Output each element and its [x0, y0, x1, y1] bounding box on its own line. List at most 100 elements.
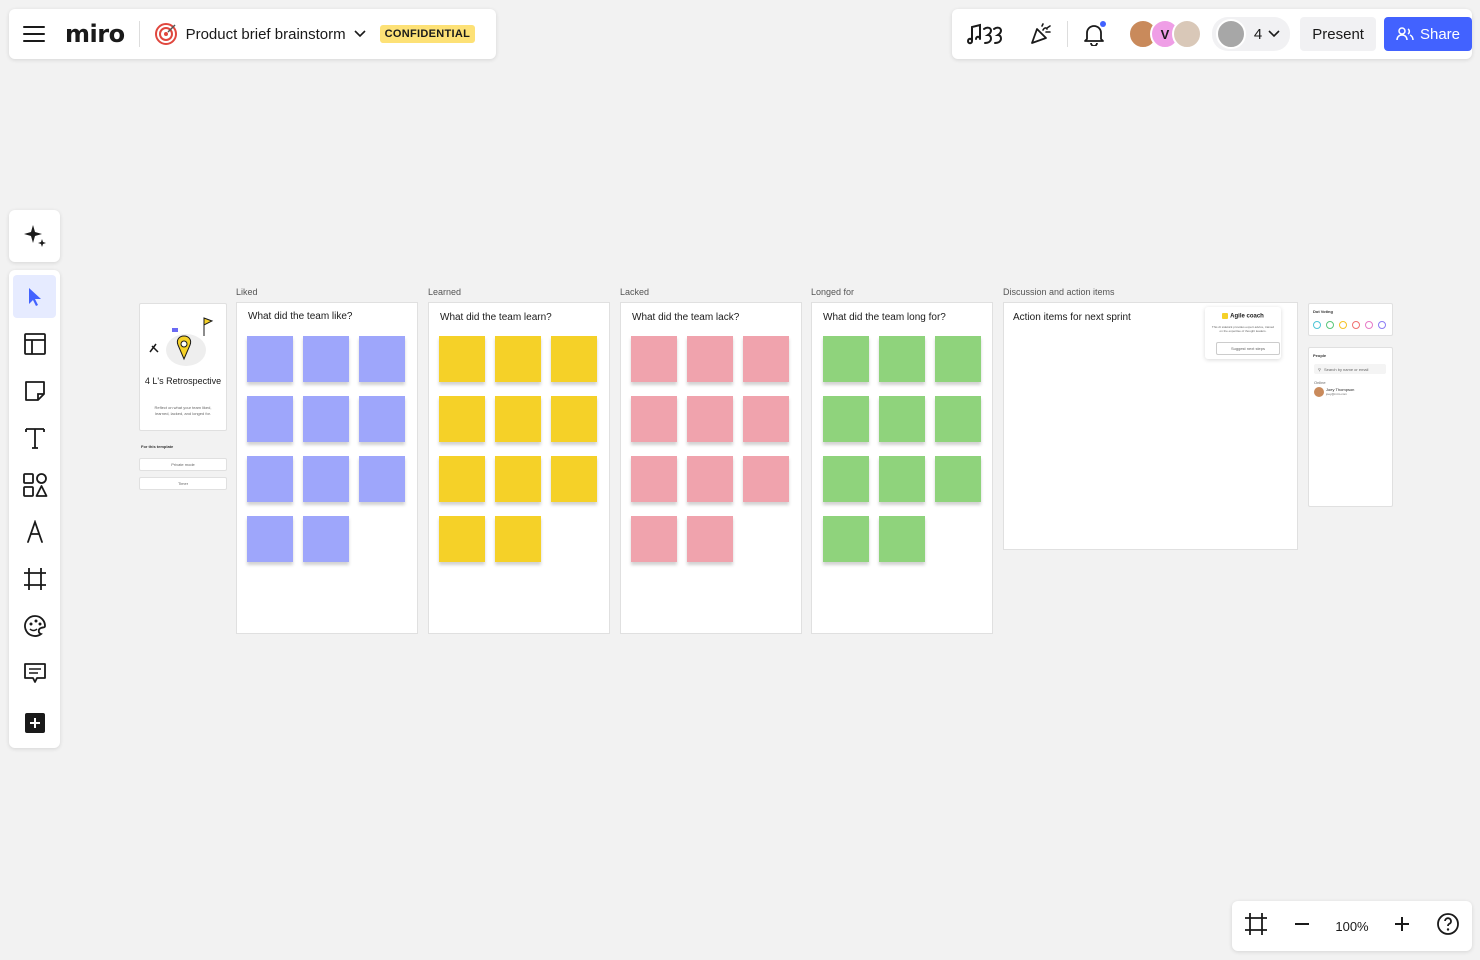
collaborators-count-dropdown[interactable]: 4 — [1211, 17, 1291, 51]
sticky-note[interactable] — [935, 456, 981, 502]
frame-label-lacked[interactable]: Lacked — [620, 287, 649, 297]
more-tools-icon[interactable] — [13, 701, 56, 744]
sticky-note[interactable] — [495, 336, 541, 382]
chevron-down-icon[interactable] — [354, 30, 366, 38]
people-search-input[interactable]: ⚲ Search by name or email — [1314, 364, 1386, 374]
sticky-note[interactable] — [631, 336, 677, 382]
frame-label-learned[interactable]: Learned — [428, 287, 461, 297]
frame-icon[interactable] — [13, 557, 56, 600]
text-icon[interactable] — [13, 416, 56, 459]
present-button[interactable]: Present — [1300, 17, 1376, 51]
vote-dot[interactable] — [1378, 321, 1386, 329]
sticky-note[interactable] — [879, 456, 925, 502]
suggest-next-steps-button[interactable]: Suggest next steps — [1216, 342, 1280, 355]
sticky-note[interactable] — [247, 456, 293, 502]
zoom-out-icon[interactable] — [1293, 915, 1311, 938]
sticky-note[interactable] — [303, 456, 349, 502]
miro-logo[interactable]: miro — [65, 20, 125, 48]
shapes-icon[interactable] — [13, 463, 56, 506]
vote-dot[interactable] — [1326, 321, 1334, 329]
sticky-note[interactable] — [687, 516, 733, 562]
sticky-note[interactable] — [495, 396, 541, 442]
pen-icon[interactable] — [13, 510, 56, 553]
dot-voting-colors — [1313, 321, 1386, 329]
sticky-note[interactable] — [631, 396, 677, 442]
board-target-icon — [154, 22, 178, 46]
sticky-note[interactable] — [823, 336, 869, 382]
sticky-note[interactable] — [247, 396, 293, 442]
sticky-note[interactable] — [495, 456, 541, 502]
sticky-note[interactable] — [687, 396, 733, 442]
sticky-note[interactable] — [823, 516, 869, 562]
reactions-icon[interactable] — [13, 604, 56, 647]
sticky-note[interactable] — [935, 396, 981, 442]
ai-button[interactable] — [9, 210, 60, 262]
sticky-note[interactable] — [359, 396, 405, 442]
dot-voting-widget[interactable]: Dot Voting — [1308, 303, 1393, 336]
sticky-note[interactable] — [439, 516, 485, 562]
people-widget[interactable]: People ⚲ Search by name or email Online J… — [1308, 347, 1393, 507]
sticky-note[interactable] — [935, 336, 981, 382]
template-info-card[interactable]: 4 L's Retrospective Reflect on what your… — [139, 303, 227, 431]
vote-dot[interactable] — [1365, 321, 1373, 329]
templates-icon[interactable] — [13, 322, 56, 365]
sticky-note[interactable] — [743, 456, 789, 502]
sticky-note[interactable] — [247, 516, 293, 562]
sticky-note[interactable] — [495, 516, 541, 562]
sticky-note[interactable] — [631, 456, 677, 502]
frame-discussion[interactable]: Action items for next sprint Agile coach… — [1003, 302, 1298, 550]
hamburger-menu-icon[interactable] — [9, 9, 59, 59]
vote-dot[interactable] — [1339, 321, 1347, 329]
sticky-note[interactable] — [303, 396, 349, 442]
sticky-note[interactable] — [879, 516, 925, 562]
sticky-note[interactable] — [551, 396, 597, 442]
sticky-note[interactable] — [687, 456, 733, 502]
sticky-note[interactable] — [631, 516, 677, 562]
zoom-level[interactable]: 100% — [1335, 919, 1368, 934]
frame-label-longed-for[interactable]: Longed for — [811, 287, 854, 297]
help-icon[interactable] — [1436, 912, 1460, 941]
sticky-note[interactable] — [823, 396, 869, 442]
private-mode-button[interactable]: Private mode — [139, 458, 227, 471]
sticky-note[interactable] — [359, 336, 405, 382]
sticky-note[interactable] — [303, 516, 349, 562]
vote-dot[interactable] — [1352, 321, 1360, 329]
sticky-note[interactable] — [439, 456, 485, 502]
fit-frame-icon[interactable] — [1244, 912, 1268, 941]
sticky-note[interactable] — [359, 456, 405, 502]
board-title[interactable]: Product brief brainstorm — [186, 26, 346, 43]
sticky-note[interactable] — [823, 456, 869, 502]
music-timer-icon[interactable] — [956, 9, 1019, 59]
left-toolbar — [9, 270, 60, 748]
sticky-note[interactable] — [439, 396, 485, 442]
vote-dot[interactable] — [1313, 321, 1321, 329]
sticky-note[interactable] — [247, 336, 293, 382]
frame-label-liked[interactable]: Liked — [236, 287, 258, 297]
confidential-badge[interactable]: CONFIDENTIAL — [379, 25, 476, 43]
sticky-note-icon[interactable] — [13, 369, 56, 412]
select-cursor-icon[interactable] — [13, 275, 56, 318]
sticky-note[interactable] — [687, 336, 733, 382]
agile-coach-card[interactable]: Agile coach This Al sidekick provides ex… — [1205, 307, 1281, 359]
sticky-note[interactable] — [551, 336, 597, 382]
notifications-bell-icon[interactable] — [1072, 9, 1116, 59]
comment-icon[interactable] — [13, 651, 56, 694]
zoom-in-icon[interactable] — [1393, 915, 1411, 938]
share-button[interactable]: Share — [1383, 17, 1472, 51]
collaborator-avatars[interactable]: V — [1127, 19, 1202, 49]
timer-button[interactable]: Timer — [139, 477, 227, 490]
share-label: Share — [1419, 25, 1460, 43]
sticky-note[interactable] — [303, 336, 349, 382]
sticky-note[interactable] — [879, 396, 925, 442]
sticky-note[interactable] — [743, 336, 789, 382]
sticky-note[interactable] — [743, 396, 789, 442]
collaborator-count: 4 — [1253, 25, 1263, 43]
sticky-note[interactable] — [551, 456, 597, 502]
sticky-note[interactable] — [439, 336, 485, 382]
frame-question: What did the team learn? — [440, 312, 552, 323]
frame-label-discussion[interactable]: Discussion and action items — [1003, 287, 1115, 297]
avatar[interactable] — [1171, 19, 1202, 49]
people-online-label: Online — [1314, 380, 1326, 385]
celebrate-icon[interactable] — [1019, 9, 1063, 59]
sticky-note[interactable] — [879, 336, 925, 382]
